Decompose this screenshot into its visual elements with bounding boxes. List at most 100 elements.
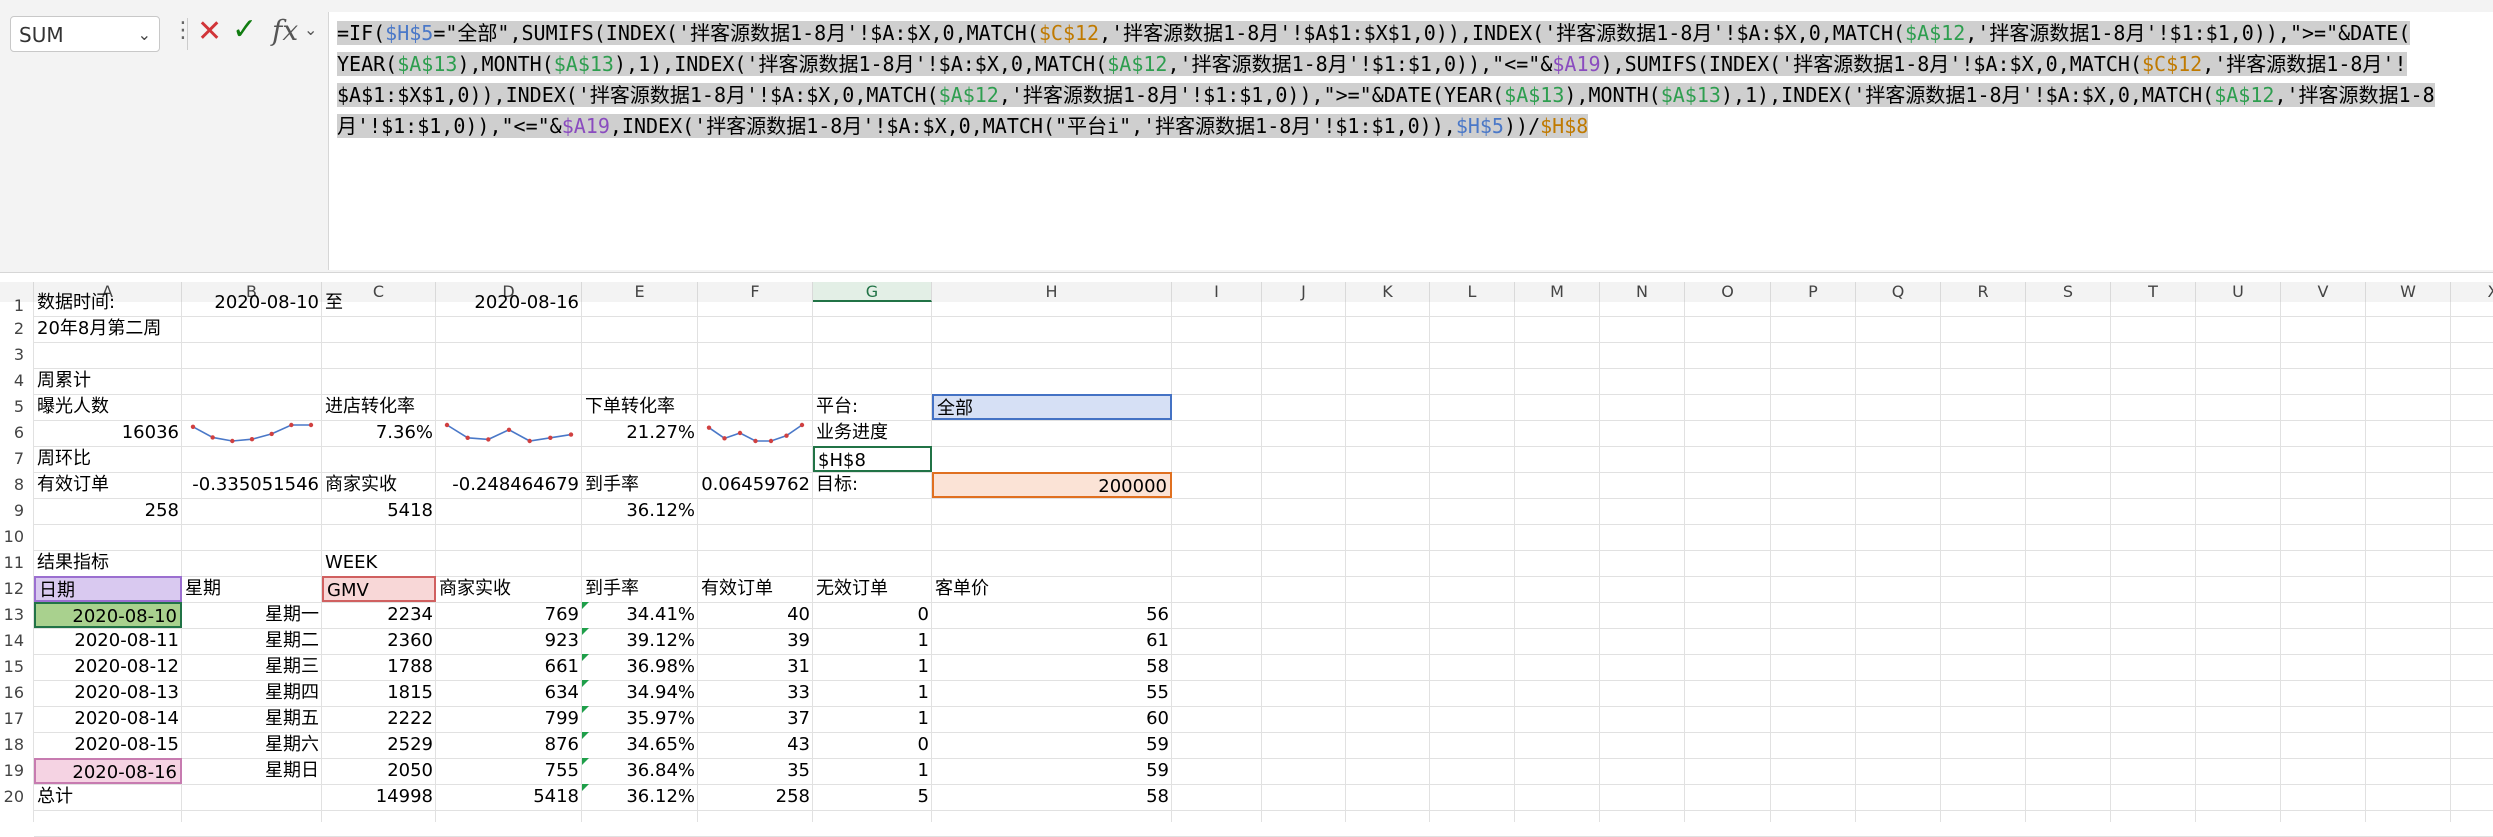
- row-header-9[interactable]: 9: [0, 498, 34, 524]
- row-header-20[interactable]: 20: [0, 784, 34, 810]
- row-header-7[interactable]: 7: [0, 446, 34, 472]
- table-cell-a15[interactable]: 2020-08-12: [34, 654, 182, 680]
- table-cell-h14[interactable]: 61: [932, 628, 1172, 654]
- table-cell-c17[interactable]: 2222: [322, 706, 436, 732]
- table-cell-b17[interactable]: 星期五: [182, 706, 322, 732]
- row-header-17[interactable]: 17: [0, 706, 34, 732]
- table-cell-f15[interactable]: 31: [698, 654, 813, 680]
- total-cell-h[interactable]: 58: [932, 784, 1172, 810]
- row-header-3[interactable]: 3: [0, 342, 34, 368]
- cell-e9[interactable]: 36.12%: [582, 498, 698, 524]
- cell-a5[interactable]: 曝光人数: [34, 394, 182, 420]
- more-options-icon[interactable]: ⋮: [172, 18, 194, 43]
- column-header-v[interactable]: V: [2281, 282, 2366, 302]
- column-header-q[interactable]: Q: [1856, 282, 1941, 302]
- table-cell-d14[interactable]: 923: [436, 628, 582, 654]
- table-header-h[interactable]: 客单价: [932, 576, 1172, 602]
- table-header-g[interactable]: 无效订单: [813, 576, 932, 602]
- cell-f8[interactable]: 0.06459762: [698, 472, 813, 498]
- table-header-e[interactable]: 到手率: [582, 576, 698, 602]
- cell-e8[interactable]: 到手率: [582, 472, 698, 498]
- table-cell-f18[interactable]: 43: [698, 732, 813, 758]
- column-header-f[interactable]: F: [698, 282, 813, 302]
- table-cell-g13[interactable]: 0: [813, 602, 932, 628]
- table-header-a[interactable]: 日期: [34, 576, 182, 602]
- table-cell-h19[interactable]: 59: [932, 758, 1172, 784]
- row-header-18[interactable]: 18: [0, 732, 34, 758]
- table-cell-a18[interactable]: 2020-08-15: [34, 732, 182, 758]
- row-header-1[interactable]: 1: [0, 298, 34, 314]
- cell-c5[interactable]: 进店转化率: [322, 394, 436, 420]
- cell-a4[interactable]: 周累计: [34, 368, 182, 394]
- cell-a6[interactable]: 16036: [34, 420, 182, 446]
- cell-a7[interactable]: 周环比: [34, 446, 182, 472]
- table-cell-e14[interactable]: 39.12%: [582, 628, 698, 654]
- table-cell-h18[interactable]: 59: [932, 732, 1172, 758]
- total-cell-c[interactable]: 14998: [322, 784, 436, 810]
- table-cell-b16[interactable]: 星期四: [182, 680, 322, 706]
- cell-e6[interactable]: 21.27%: [582, 420, 698, 446]
- row-header-6[interactable]: 6: [0, 420, 34, 446]
- enter-check-icon[interactable]: ✓: [232, 12, 257, 47]
- total-cell-g[interactable]: 5: [813, 784, 932, 810]
- table-cell-f17[interactable]: 37: [698, 706, 813, 732]
- table-header-c[interactable]: GMV: [322, 576, 436, 602]
- total-cell-a[interactable]: 总计: [34, 784, 182, 810]
- cell-c6[interactable]: 7.36%: [322, 420, 436, 446]
- table-cell-f16[interactable]: 33: [698, 680, 813, 706]
- cell-b1[interactable]: 2020-08-10: [182, 290, 322, 316]
- cell-a1[interactable]: 数据时间:: [34, 290, 182, 316]
- table-cell-a13[interactable]: 2020-08-10: [34, 602, 182, 628]
- cell-g6[interactable]: 业务进度: [813, 420, 932, 446]
- cell-a2[interactable]: 20年8月第二周: [34, 316, 182, 342]
- platform-filter-cell[interactable]: 全部: [932, 394, 1172, 420]
- table-cell-d15[interactable]: 661: [436, 654, 582, 680]
- table-cell-c14[interactable]: 2360: [322, 628, 436, 654]
- table-cell-b14[interactable]: 星期二: [182, 628, 322, 654]
- table-cell-b19[interactable]: 星期日: [182, 758, 322, 784]
- column-header-p[interactable]: P: [1771, 282, 1856, 302]
- cell-c9[interactable]: 5418: [322, 498, 436, 524]
- cell-g5[interactable]: 平台:: [813, 394, 932, 420]
- cancel-icon[interactable]: ✕: [197, 14, 222, 49]
- table-cell-c15[interactable]: 1788: [322, 654, 436, 680]
- row-header-2[interactable]: 2: [0, 316, 34, 342]
- column-header-n[interactable]: N: [1600, 282, 1685, 302]
- row-header-5[interactable]: 5: [0, 394, 34, 420]
- total-cell-f[interactable]: 258: [698, 784, 813, 810]
- cell-c1[interactable]: 至: [322, 290, 436, 316]
- column-header-w[interactable]: W: [2366, 282, 2451, 302]
- table-header-b[interactable]: 星期: [182, 576, 322, 602]
- total-cell-e[interactable]: 36.12%: [582, 784, 698, 810]
- table-cell-e18[interactable]: 34.65%: [582, 732, 698, 758]
- cell-g8[interactable]: 目标:: [813, 472, 932, 498]
- cell-a9[interactable]: 258: [34, 498, 182, 524]
- table-cell-a19[interactable]: 2020-08-16: [34, 758, 182, 784]
- table-header-d[interactable]: 商家实收: [436, 576, 582, 602]
- row-header-10[interactable]: 10: [0, 524, 34, 550]
- chevron-down-icon[interactable]: ⌄: [138, 17, 151, 53]
- table-cell-g14[interactable]: 1: [813, 628, 932, 654]
- cell-a8[interactable]: 有效订单: [34, 472, 182, 498]
- column-header-l[interactable]: L: [1430, 282, 1515, 302]
- table-cell-a14[interactable]: 2020-08-11: [34, 628, 182, 654]
- table-cell-f14[interactable]: 39: [698, 628, 813, 654]
- row-header-15[interactable]: 15: [0, 654, 34, 680]
- table-cell-h17[interactable]: 60: [932, 706, 1172, 732]
- cell-a11[interactable]: 结果指标: [34, 550, 182, 576]
- cell-c11[interactable]: WEEK: [322, 550, 436, 576]
- insert-function-icon[interactable]: fx: [272, 14, 298, 47]
- column-header-h[interactable]: H: [932, 282, 1172, 302]
- table-cell-d19[interactable]: 755: [436, 758, 582, 784]
- column-header-g[interactable]: G: [813, 282, 932, 302]
- table-cell-a17[interactable]: 2020-08-14: [34, 706, 182, 732]
- cell-d1[interactable]: 2020-08-16: [436, 290, 582, 316]
- table-cell-e15[interactable]: 36.98%: [582, 654, 698, 680]
- table-cell-g19[interactable]: 1: [813, 758, 932, 784]
- table-cell-d13[interactable]: 769: [436, 602, 582, 628]
- column-header-o[interactable]: O: [1685, 282, 1771, 302]
- table-cell-d18[interactable]: 876: [436, 732, 582, 758]
- column-header-k[interactable]: K: [1346, 282, 1430, 302]
- table-header-f[interactable]: 有效订单: [698, 576, 813, 602]
- row-header-4[interactable]: 4: [0, 368, 34, 394]
